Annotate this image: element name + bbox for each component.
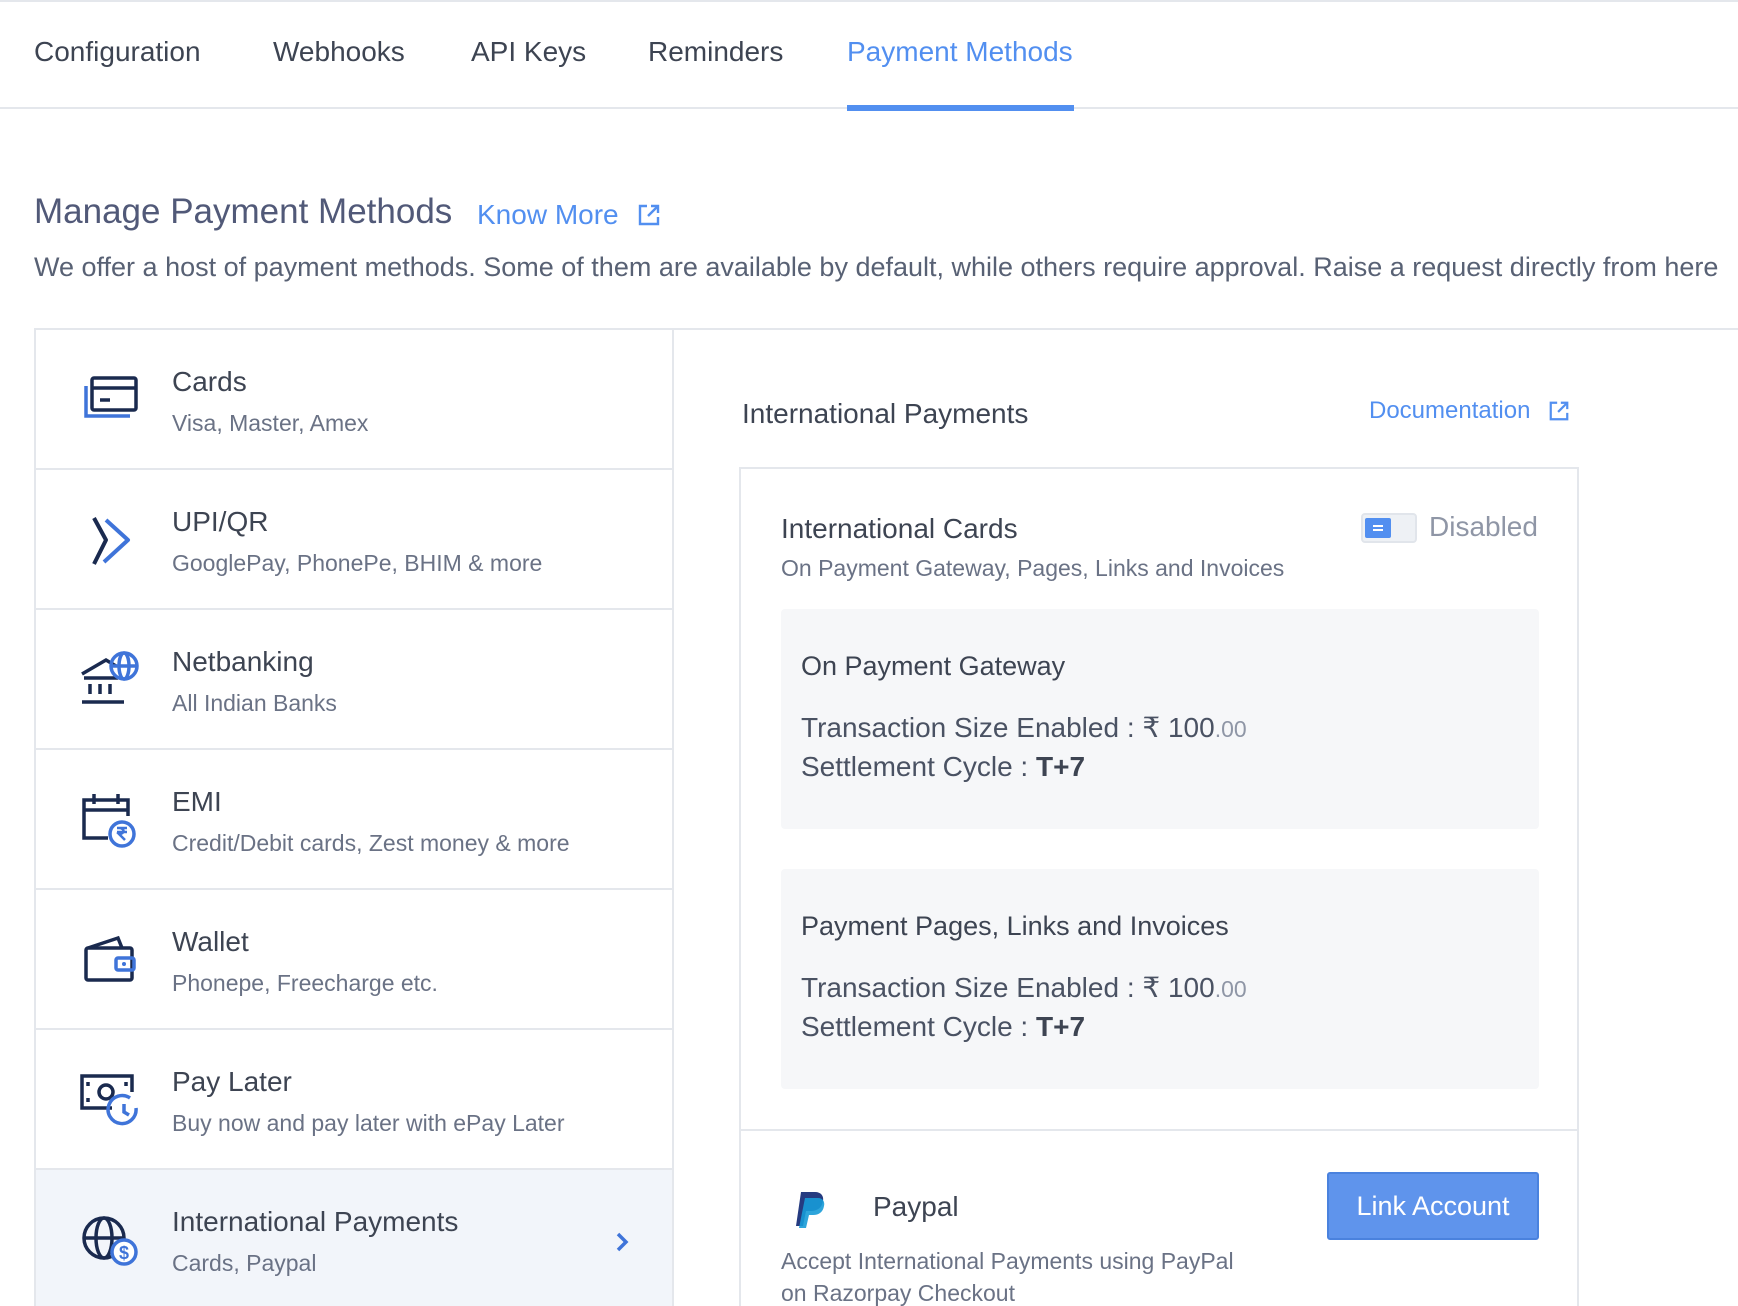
method-item-wallet[interactable]: Wallet Phonepe, Freecharge etc. [36,890,672,1030]
method-title: UPI/QR [172,506,269,537]
card-icon [84,376,138,418]
paypal-description-line: on Razorpay Checkout [781,1280,1015,1306]
active-tab-indicator [847,105,1074,111]
international-cards-toggle[interactable] [1361,513,1417,543]
documentation-label: Documentation [1369,397,1531,424]
page-description: We offer a host of payment methods. Some… [34,252,1719,282]
link-account-button[interactable]: Link Account [1327,1172,1539,1240]
method-item-upi[interactable]: UPI/QR GooglePay, PhonePe, BHIM & more [36,470,672,610]
detail-title: International Payments [742,398,1029,429]
method-item-pay-later[interactable]: Pay Later Buy now and pay later with ePa… [36,1030,672,1170]
method-item-cards[interactable]: Cards Visa, Master, Amex [36,330,672,470]
paypal-description-line: Accept International Payments using PayP… [781,1248,1234,1274]
currency-symbol: ₹ [1142,972,1161,1003]
paypal-title: Paypal [873,1191,959,1222]
transaction-amount: 100 [1167,712,1215,743]
method-item-international-payments[interactable]: $ International Payments Cards, Paypal [36,1170,672,1306]
settlement-label: Settlement Cycle : [801,1011,1036,1042]
tab-api-keys[interactable]: API Keys [471,36,586,68]
method-subtitle: Cards, Paypal [172,1250,317,1276]
paypal-divider [741,1129,1577,1131]
method-title: Wallet [172,926,249,957]
pages-links-invoices-panel: Payment Pages, Links and Invoices Transa… [781,869,1539,1089]
upi-icon [92,517,130,565]
method-subtitle: Visa, Master, Amex [172,410,369,436]
method-subtitle: Buy now and pay later with ePay Later [172,1110,565,1136]
transaction-size-label: Transaction Size Enabled : [801,972,1143,1003]
tab-webhooks[interactable]: Webhooks [273,36,405,68]
svg-text:$: $ [119,1243,129,1263]
paypal-description: Accept International Payments using PayP… [781,1245,1234,1306]
transaction-size-label: Transaction Size Enabled : [801,712,1143,743]
settlement-cycle-line: Settlement Cycle : T+7 [801,1011,1085,1043]
cash-clock-icon [80,1074,138,1126]
know-more-link[interactable]: Know More [477,199,661,231]
know-more-label: Know More [477,199,619,230]
tab-payment-methods[interactable]: Payment Methods [847,36,1073,68]
settlement-value: T+7 [1035,1011,1086,1042]
method-subtitle: GooglePay, PhonePe, BHIM & more [172,550,543,576]
method-subtitle: Credit/Debit cards, Zest money & more [172,830,570,856]
transaction-size-line: Transaction Size Enabled : ₹ 100.00 [801,971,1247,1004]
method-title: Netbanking [172,646,314,677]
settlement-label: Settlement Cycle : [801,751,1036,782]
method-title: EMI [172,786,222,817]
globe-dollar-icon: $ [82,1216,138,1266]
international-cards-box: International Cards On Payment Gateway, … [739,467,1579,1306]
calendar-rupee-icon [82,794,136,848]
settings-tabs: Configuration Webhooks API Keys Reminder… [0,0,1738,111]
wallet-icon [84,935,136,982]
external-link-icon [638,204,659,226]
method-subtitle: All Indian Banks [172,690,337,716]
settlement-value: T+7 [1035,751,1086,782]
currency-symbol: ₹ [1142,712,1161,743]
detail-top-border [674,328,1738,330]
chevron-right-icon [616,1232,629,1252]
panel-title: Payment Pages, Links and Invoices [801,911,1229,941]
transaction-decimals: .00 [1214,716,1247,742]
panel-title: On Payment Gateway [801,651,1066,681]
method-title: Cards [172,366,247,397]
transaction-size-line: Transaction Size Enabled : ₹ 100.00 [801,711,1247,744]
method-title: Pay Later [172,1066,292,1097]
method-item-emi[interactable]: EMI Credit/Debit cards, Zest money & mor… [36,750,672,890]
international-cards-subtitle: On Payment Gateway, Pages, Links and Inv… [781,555,1285,581]
settlement-cycle-line: Settlement Cycle : T+7 [801,751,1085,783]
documentation-link[interactable]: Documentation [1369,397,1570,425]
external-link-icon [1550,401,1569,421]
paypal-icon [796,1192,825,1228]
tab-reminders[interactable]: Reminders [648,36,783,68]
payment-method-list: Cards Visa, Master, Amex UPI/QR GooglePa… [34,328,674,1306]
toggle-status-label: Disabled [1429,511,1538,542]
tab-configuration[interactable]: Configuration [34,36,201,68]
bank-globe-icon [81,651,139,704]
transaction-amount: 100 [1167,972,1215,1003]
method-item-netbanking[interactable]: Netbanking All Indian Banks [36,610,672,750]
payment-gateway-panel: On Payment Gateway Transaction Size Enab… [781,609,1539,829]
page-title: Manage Payment Methods [34,192,453,231]
international-cards-title: International Cards [781,513,1018,544]
transaction-decimals: .00 [1214,976,1247,1002]
method-title: International Payments [172,1206,459,1237]
method-subtitle: Phonepe, Freecharge etc. [172,970,438,996]
toggle-knob [1365,518,1391,538]
